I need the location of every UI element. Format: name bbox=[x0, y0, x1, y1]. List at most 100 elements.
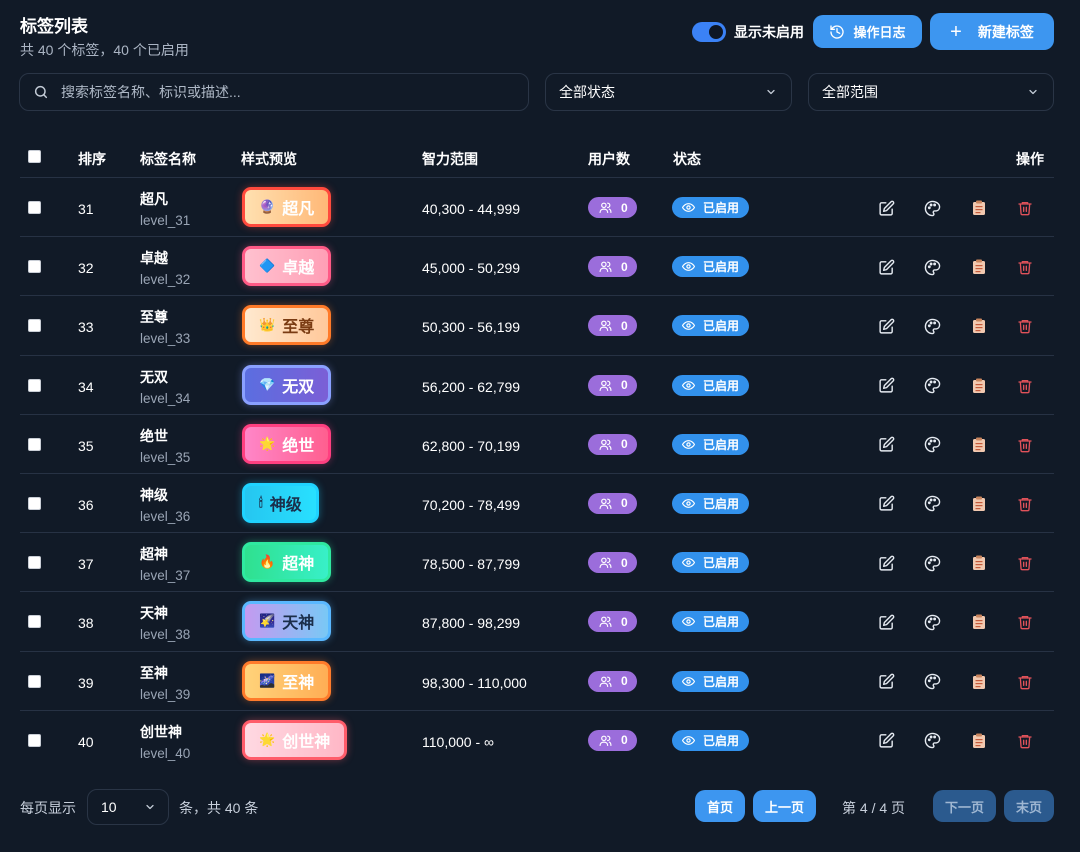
palette-icon[interactable] bbox=[923, 199, 941, 217]
status-select[interactable]: 全部状态 bbox=[545, 73, 792, 111]
tag-key: level_34 bbox=[140, 390, 191, 406]
edit-icon[interactable] bbox=[877, 317, 895, 335]
row-range: 87,800 - 98,299 bbox=[422, 615, 521, 632]
filter-bar: 全部状态 全部范围 bbox=[19, 73, 1054, 111]
users-icon bbox=[599, 201, 612, 214]
tag-table: 排序 标签名称 样式预览 智力范围 用户数 状态 操作 31 超凡 level_31… bbox=[20, 137, 1054, 770]
edit-icon[interactable] bbox=[877, 436, 895, 454]
edit-icon[interactable] bbox=[877, 732, 895, 750]
palette-icon[interactable] bbox=[923, 377, 941, 395]
tag-emoji-icon: 🌌 bbox=[259, 672, 276, 688]
tag-key: level_33 bbox=[140, 331, 191, 347]
tag-style-preview: 🌌 至神 bbox=[242, 660, 332, 701]
header-preview: 样式预览 bbox=[241, 151, 297, 167]
header-actions: 操作 bbox=[1016, 151, 1044, 167]
trash-icon[interactable] bbox=[1016, 317, 1034, 335]
trash-icon[interactable] bbox=[1016, 732, 1034, 750]
edit-icon[interactable] bbox=[877, 377, 895, 395]
tag-name: 天神 bbox=[140, 605, 168, 622]
eye-icon bbox=[682, 319, 695, 332]
user-count-badge: 0 bbox=[588, 315, 637, 337]
row-checkbox[interactable] bbox=[28, 496, 41, 510]
clipboard-icon[interactable] bbox=[970, 613, 988, 631]
clipboard-icon[interactable] bbox=[970, 317, 988, 335]
per-page-select[interactable]: 10 bbox=[87, 789, 169, 825]
row-checkbox[interactable] bbox=[28, 437, 41, 451]
clipboard-icon[interactable] bbox=[970, 732, 988, 750]
tag-style-preview: 🌠 天神 bbox=[242, 601, 332, 642]
edit-icon[interactable] bbox=[877, 495, 895, 513]
show-disabled-toggle[interactable] bbox=[692, 21, 726, 42]
row-checkbox[interactable] bbox=[28, 201, 41, 214]
clipboard-icon[interactable] bbox=[970, 554, 988, 572]
trash-icon[interactable] bbox=[1016, 436, 1034, 454]
clipboard-icon[interactable] bbox=[970, 199, 988, 217]
table-body: 31 超凡 level_31 🔮 超凡 40,300 - 44,999 0 已启用 32 卓越 le… bbox=[20, 178, 1054, 770]
palette-icon[interactable] bbox=[923, 317, 941, 335]
palette-icon[interactable] bbox=[923, 554, 941, 572]
row-checkbox[interactable] bbox=[28, 556, 41, 570]
row-checkbox[interactable] bbox=[28, 319, 41, 333]
palette-icon[interactable] bbox=[923, 495, 941, 513]
clipboard-icon[interactable] bbox=[970, 258, 988, 276]
first-page-button[interactable]: 首页 bbox=[695, 790, 745, 822]
trash-icon[interactable] bbox=[1016, 377, 1034, 395]
chevron-down-icon bbox=[1029, 89, 1037, 95]
user-count: 0 bbox=[621, 614, 628, 629]
tag-preview-text: 超神 bbox=[282, 556, 315, 574]
clipboard-icon[interactable] bbox=[970, 495, 988, 513]
tag-emoji-icon: 💎 bbox=[259, 376, 276, 392]
status-badge: 已启用 bbox=[672, 315, 750, 337]
edit-icon[interactable] bbox=[877, 199, 895, 217]
header-status: 状态 bbox=[673, 151, 701, 167]
trash-icon[interactable] bbox=[1016, 673, 1034, 691]
edit-icon[interactable] bbox=[877, 554, 895, 572]
scope-select[interactable]: 全部范围 bbox=[808, 73, 1054, 111]
trash-icon[interactable] bbox=[1016, 199, 1034, 217]
clipboard-icon[interactable] bbox=[970, 673, 988, 691]
clipboard-icon[interactable] bbox=[970, 436, 988, 454]
row-checkbox[interactable] bbox=[28, 378, 41, 392]
tag-name: 至尊 bbox=[140, 309, 168, 326]
palette-icon[interactable] bbox=[923, 613, 941, 631]
trash-icon[interactable] bbox=[1016, 258, 1034, 276]
operation-log-button[interactable]: 操作日志 bbox=[813, 15, 922, 48]
table-row: 36 神级 level_36 🕯 神级 70,200 - 78,499 0 已启用 bbox=[20, 474, 1054, 534]
users-icon bbox=[599, 438, 612, 451]
row-checkbox[interactable] bbox=[28, 615, 41, 629]
search-input[interactable] bbox=[61, 84, 501, 100]
prev-page-button[interactable]: 上一页 bbox=[753, 790, 816, 822]
table-row: 38 天神 level_38 🌠 天神 87,800 - 98,299 0 已启用 bbox=[20, 592, 1054, 652]
palette-icon[interactable] bbox=[923, 258, 941, 276]
row-name-cell: 创世神 level_40 bbox=[140, 722, 190, 761]
row-range: 62,800 - 70,199 bbox=[422, 437, 521, 454]
edit-icon[interactable] bbox=[877, 613, 895, 631]
trash-icon[interactable] bbox=[1016, 554, 1034, 572]
tag-preview-text: 至尊 bbox=[282, 319, 315, 337]
user-count: 0 bbox=[621, 555, 628, 570]
tag-style-preview: 👑 至尊 bbox=[242, 305, 332, 346]
edit-icon[interactable] bbox=[877, 673, 895, 691]
new-tag-button[interactable]: + 新建标签 bbox=[930, 13, 1054, 50]
user-count: 0 bbox=[621, 674, 628, 688]
row-checkbox[interactable] bbox=[28, 674, 41, 688]
trash-icon[interactable] bbox=[1016, 495, 1034, 513]
eye-icon bbox=[682, 201, 695, 214]
row-checkbox[interactable] bbox=[28, 260, 41, 274]
chevron-down-icon bbox=[146, 804, 154, 810]
last-page-button[interactable]: 末页 bbox=[1004, 790, 1054, 822]
palette-icon[interactable] bbox=[923, 436, 941, 454]
page-subtitle: 共 40 个标签，40 个已启用 bbox=[20, 42, 189, 58]
palette-icon[interactable] bbox=[923, 673, 941, 691]
tag-name: 绝世 bbox=[140, 427, 168, 444]
trash-icon[interactable] bbox=[1016, 613, 1034, 631]
palette-icon[interactable] bbox=[923, 732, 941, 750]
user-count-badge: 0 bbox=[588, 729, 637, 751]
row-checkbox[interactable] bbox=[28, 733, 41, 747]
select-all-checkbox[interactable] bbox=[28, 150, 41, 163]
tag-emoji-icon: 🌟 bbox=[259, 435, 276, 451]
edit-icon[interactable] bbox=[877, 258, 895, 276]
next-page-button[interactable]: 下一页 bbox=[933, 790, 996, 822]
status-text: 已启用 bbox=[703, 378, 740, 393]
clipboard-icon[interactable] bbox=[970, 377, 988, 395]
